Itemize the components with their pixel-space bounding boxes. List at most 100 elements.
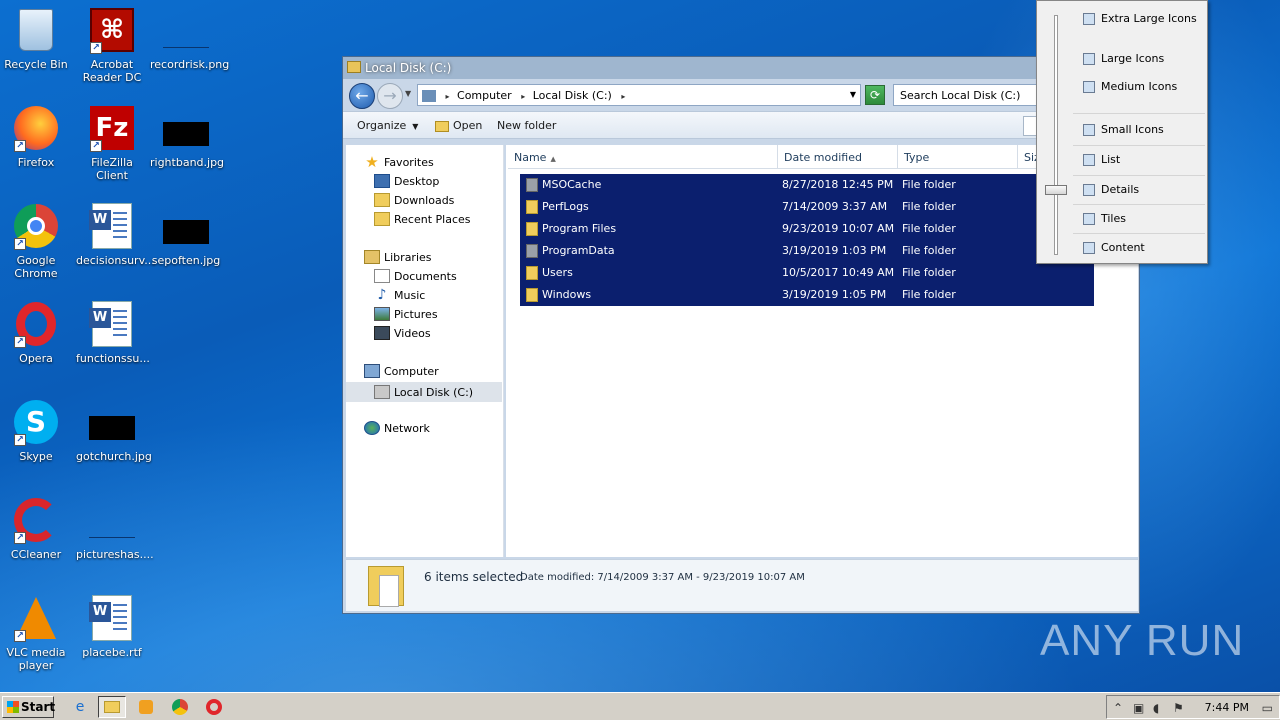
breadcrumb-arrow[interactable]: ▸ — [446, 92, 450, 101]
table-row[interactable]: Windows 3/19/2019 1:05 PM File folder — [520, 284, 1094, 306]
view-option-details[interactable]: Details — [1083, 183, 1139, 196]
address-dropdown[interactable]: ▼ — [850, 90, 856, 99]
videos-icon — [374, 326, 390, 340]
column-header-date[interactable]: Date modified — [778, 145, 898, 169]
breadcrumb-arrow[interactable]: ▸ — [621, 92, 625, 101]
desktop-icon-acrobat[interactable]: ⌘ ↗ Acrobat Reader DC — [76, 6, 148, 84]
show-desktop-icon[interactable]: ▭ — [1262, 701, 1273, 715]
star-icon: ★ — [365, 153, 379, 171]
column-header-name[interactable]: Name ▲ — [508, 145, 778, 169]
nav-videos[interactable]: Videos — [374, 326, 431, 340]
desktop-icon-recordrisk[interactable]: recordrisk.png — [150, 6, 230, 71]
libraries-icon — [364, 250, 380, 264]
flag-icon[interactable]: ⚑ — [1173, 701, 1184, 715]
nav-favorites[interactable]: ★ Favorites — [364, 153, 433, 171]
show-hidden-icons-icon[interactable]: ⌃ — [1113, 701, 1123, 715]
media-player-icon[interactable] — [132, 696, 160, 718]
desktop-icon-chrome[interactable]: ↗ Google Chrome — [0, 202, 72, 280]
nav-music[interactable]: ♪ Music — [374, 288, 426, 302]
volume-icon[interactable]: ◖ — [1153, 701, 1159, 715]
desktop-icon-label: Acrobat Reader DC — [82, 58, 142, 84]
view-option-list[interactable]: List — [1083, 153, 1120, 166]
organize-button[interactable]: Organize ▼ — [357, 119, 418, 132]
selection-date-range: Date modified: 7/14/2009 3:37 AM - 9/23/… — [520, 572, 805, 583]
desktop-icon-pictureshas[interactable]: pictureshas.... — [76, 496, 154, 561]
file-type: File folder — [902, 200, 956, 213]
recent-pages-dropdown[interactable]: ▼ — [405, 89, 411, 98]
desktop-icon-label: recordrisk.png — [150, 58, 230, 71]
view-slider-thumb[interactable] — [1045, 185, 1067, 195]
window-titlebar[interactable]: Local Disk (C:) — [343, 57, 1139, 79]
nav-label: Desktop — [394, 174, 440, 188]
open-button[interactable]: Open — [435, 119, 482, 132]
nav-downloads[interactable]: Downloads — [374, 193, 454, 207]
view-option-large-icons[interactable]: Large Icons — [1083, 52, 1164, 65]
desktop-icon-ccleaner[interactable]: ↗ CCleaner — [0, 496, 72, 561]
explorer-taskbar-button[interactable] — [98, 696, 126, 718]
system-tray: ⌃ ▣ ◖ ⚑ 7:44 PM ▭ — [1106, 695, 1280, 719]
opera-icon — [206, 699, 222, 715]
view-option-small-icons[interactable]: Small Icons — [1083, 123, 1164, 136]
table-row[interactable]: Program Files 9/23/2019 10:07 AM File fold… — [520, 218, 1094, 240]
start-button[interactable]: Start — [2, 696, 55, 718]
view-option-tiles[interactable]: Tiles — [1083, 212, 1126, 225]
desktop-icon-decisionsurv[interactable]: W decisionsurv... — [76, 202, 155, 267]
nav-desktop[interactable]: Desktop — [374, 174, 439, 188]
view-option-content[interactable]: Content — [1083, 241, 1145, 254]
menu-label: Extra Large Icons — [1101, 12, 1197, 25]
desktop-icon-vlc[interactable]: ↗ VLC media player — [0, 594, 72, 672]
nav-recent-places[interactable]: Recent Places — [374, 212, 471, 226]
breadcrumb-arrow[interactable]: ▸ — [521, 92, 525, 101]
opera-taskbar-icon[interactable] — [200, 696, 228, 718]
folder-icon — [526, 200, 538, 214]
desktop-icon-rightband[interactable]: rightband.jpg — [150, 104, 224, 169]
desktop-icon-placebe[interactable]: W placebe.rtf — [76, 594, 148, 659]
file-name: PerfLogs — [542, 200, 589, 213]
breadcrumb-local-disk[interactable]: Local Disk (C:) — [533, 89, 612, 102]
internet-explorer-icon[interactable]: e — [66, 696, 94, 718]
desktop-icon-sepoften[interactable]: sepoften.jpg — [150, 202, 222, 267]
nav-computer[interactable]: Computer — [364, 364, 439, 378]
nav-label: Pictures — [394, 307, 438, 321]
desktop-icon-opera[interactable]: ↗ Opera — [0, 300, 72, 365]
nav-local-disk[interactable]: Local Disk (C:) — [346, 382, 502, 402]
table-row[interactable]: MSOCache 8/27/2018 12:45 PM File folder — [520, 174, 1094, 196]
filezilla-icon: Fz ↗ — [88, 104, 136, 152]
desktop-icon-functionssu[interactable]: W functionssu... — [76, 300, 150, 365]
view-menu: Extra Large Icons Large Icons Medium Ico… — [1036, 0, 1208, 264]
desktop-icon-gotchurch[interactable]: gotchurch.jpg — [76, 398, 152, 463]
nav-documents[interactable]: Documents — [374, 269, 457, 283]
table-row[interactable]: PerfLogs 7/14/2009 3:37 AM File folder — [520, 196, 1094, 218]
nav-libraries[interactable]: Libraries — [364, 250, 432, 264]
view-option-extra-large-icons[interactable]: Extra Large Icons — [1083, 12, 1197, 25]
word-document-icon: W — [88, 300, 136, 348]
nav-pictures[interactable]: Pictures — [374, 307, 438, 321]
desktop-icon-label: Skype — [19, 450, 53, 463]
table-row[interactable]: ProgramData 3/19/2019 1:03 PM File folder — [520, 240, 1094, 262]
view-slider-track[interactable] — [1054, 15, 1058, 255]
view-option-medium-icons[interactable]: Medium Icons — [1083, 80, 1177, 93]
file-date: 3/19/2019 1:05 PM — [782, 288, 887, 301]
chrome-taskbar-icon[interactable] — [166, 696, 194, 718]
action-center-icon[interactable]: ▣ — [1133, 701, 1144, 715]
clock[interactable]: 7:44 PM — [1205, 701, 1249, 714]
desktop-icon-label: Recycle Bin — [4, 58, 68, 71]
menu-label: Medium Icons — [1101, 80, 1178, 93]
desktop-icon-filezilla[interactable]: Fz ↗ FileZilla Client — [76, 104, 148, 182]
desktop-icon-skype[interactable]: S ↗ Skype — [0, 398, 72, 463]
file-type: File folder — [902, 244, 956, 257]
back-button[interactable]: ← — [349, 83, 375, 109]
forward-button[interactable]: → — [377, 83, 403, 109]
firefox-icon: ↗ — [12, 104, 60, 152]
nav-network[interactable]: Network — [364, 421, 430, 435]
desktop-icon-firefox[interactable]: ↗ Firefox — [0, 104, 72, 169]
organize-label: Organize — [357, 119, 407, 132]
desktop-icon-recycle-bin[interactable]: Recycle Bin — [0, 6, 72, 71]
column-header-type[interactable]: Type — [898, 145, 1018, 169]
new-folder-button[interactable]: New folder — [497, 119, 556, 132]
search-input[interactable]: Search Local Disk (C:) — [893, 84, 1043, 106]
breadcrumb-computer[interactable]: Computer — [457, 89, 512, 102]
table-row[interactable]: Users 10/5/2017 10:49 AM File folder — [520, 262, 1094, 284]
refresh-button[interactable]: ⟳ — [865, 85, 885, 105]
address-bar[interactable]: ▸ Computer ▸ Local Disk (C:) ▸ ▼ — [417, 84, 861, 106]
